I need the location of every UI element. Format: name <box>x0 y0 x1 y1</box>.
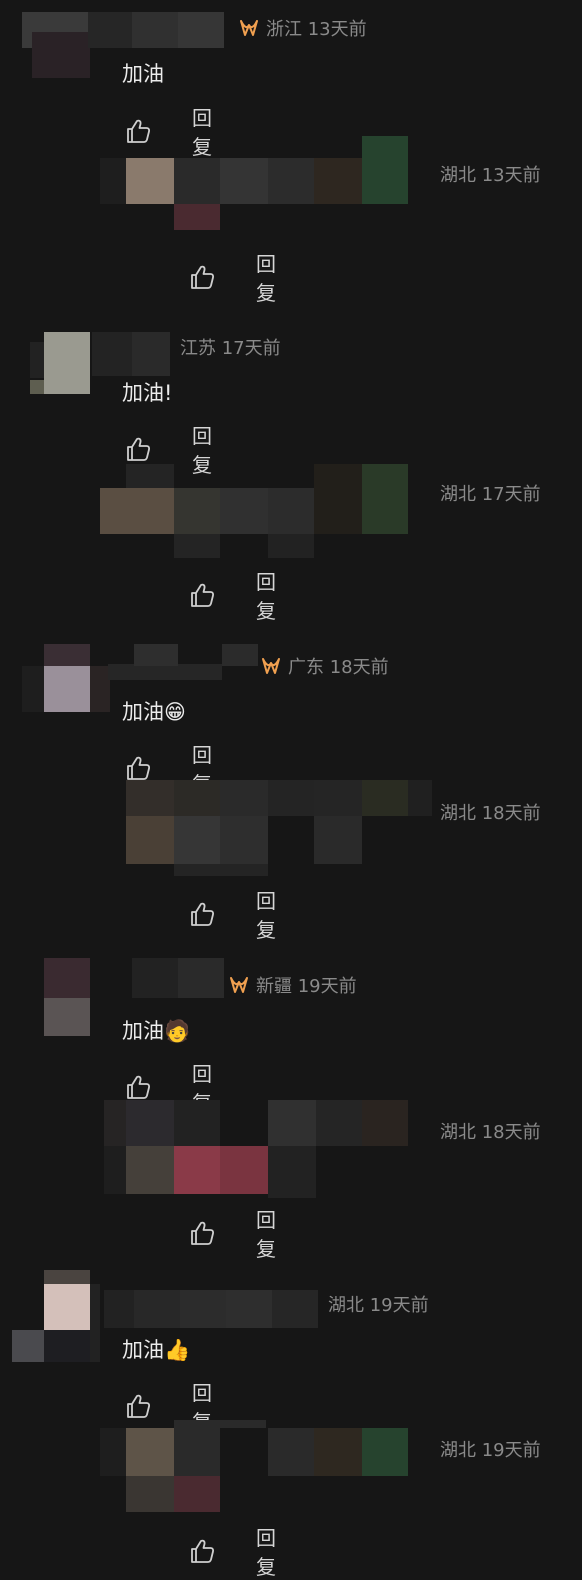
comment-meta: 浙江 13天前 <box>238 15 367 41</box>
reply-redacted[interactable] <box>126 780 432 876</box>
username-redacted[interactable] <box>88 12 224 48</box>
badge-icon <box>228 974 250 996</box>
comment-meta: 广东 18天前 <box>260 653 389 679</box>
location-time: 湖北 19天前 <box>328 1295 429 1316</box>
comment-text: 加油 <box>122 62 164 86</box>
reply-button[interactable]: 回复 <box>256 1204 276 1262</box>
comment-text: 加油! <box>122 381 173 405</box>
badge-icon <box>238 17 260 39</box>
avatar[interactable] <box>22 12 94 78</box>
location-time: 广东 18天前 <box>288 657 389 678</box>
comment-meta: 江苏 17天前 <box>180 334 281 360</box>
reply-button[interactable]: 回复 <box>256 566 276 624</box>
thumbs-up-icon[interactable] <box>124 754 152 782</box>
thumbs-up-icon[interactable] <box>188 1219 216 1247</box>
thumbs-up-icon[interactable] <box>188 581 216 609</box>
reply-actions: 回复 <box>188 1522 276 1580</box>
reply-meta: 湖北 18天前 <box>440 1122 541 1143</box>
reply-redacted[interactable] <box>104 1100 410 1198</box>
reply-meta: 湖北 13天前 <box>440 165 541 186</box>
username-redacted[interactable] <box>92 332 170 376</box>
reply-meta: 湖北 19天前 <box>440 1440 541 1461</box>
location-time: 江苏 17天前 <box>180 338 281 359</box>
thumbs-up-icon[interactable] <box>188 1537 216 1565</box>
reply-actions: 回复 <box>188 566 276 624</box>
location-time: 新疆 19天前 <box>256 976 357 997</box>
comment-text: 加油😁 <box>122 700 186 724</box>
username-redacted[interactable] <box>96 958 224 998</box>
reply-meta: 湖北 18天前 <box>440 803 541 824</box>
username-redacted[interactable] <box>108 644 258 680</box>
comment-text: 加油👍 <box>122 1338 191 1362</box>
reply-button[interactable]: 回复 <box>256 248 276 306</box>
badge-icon <box>260 655 282 677</box>
avatar[interactable] <box>22 644 112 716</box>
thumbs-up-icon[interactable] <box>188 900 216 928</box>
reply-actions: 回复 <box>188 885 276 943</box>
thumbs-up-icon[interactable] <box>124 435 152 463</box>
reply-actions: 回复 <box>188 248 276 306</box>
reply-button[interactable]: 回复 <box>256 885 276 943</box>
reply-button[interactable]: 回复 <box>256 1522 276 1580</box>
reply-meta: 湖北 17天前 <box>440 484 541 505</box>
avatar[interactable] <box>30 332 100 396</box>
username-redacted[interactable] <box>104 1290 318 1328</box>
comment-meta: 新疆 19天前 <box>228 972 357 998</box>
avatar[interactable] <box>12 1270 100 1364</box>
reply-redacted[interactable] <box>100 464 410 558</box>
reply-actions: 回复 <box>188 1204 276 1262</box>
thumbs-up-icon[interactable] <box>124 1392 152 1420</box>
thumbs-up-icon[interactable] <box>124 1073 152 1101</box>
avatar[interactable] <box>44 958 98 1038</box>
comment-text: 加油🧑 <box>122 1019 191 1043</box>
thumbs-up-icon[interactable] <box>188 263 216 291</box>
comment-meta: 湖北 19天前 <box>328 1291 429 1317</box>
location-time: 浙江 13天前 <box>266 19 367 40</box>
reply-redacted[interactable] <box>100 136 428 232</box>
reply-redacted[interactable] <box>100 1420 410 1514</box>
